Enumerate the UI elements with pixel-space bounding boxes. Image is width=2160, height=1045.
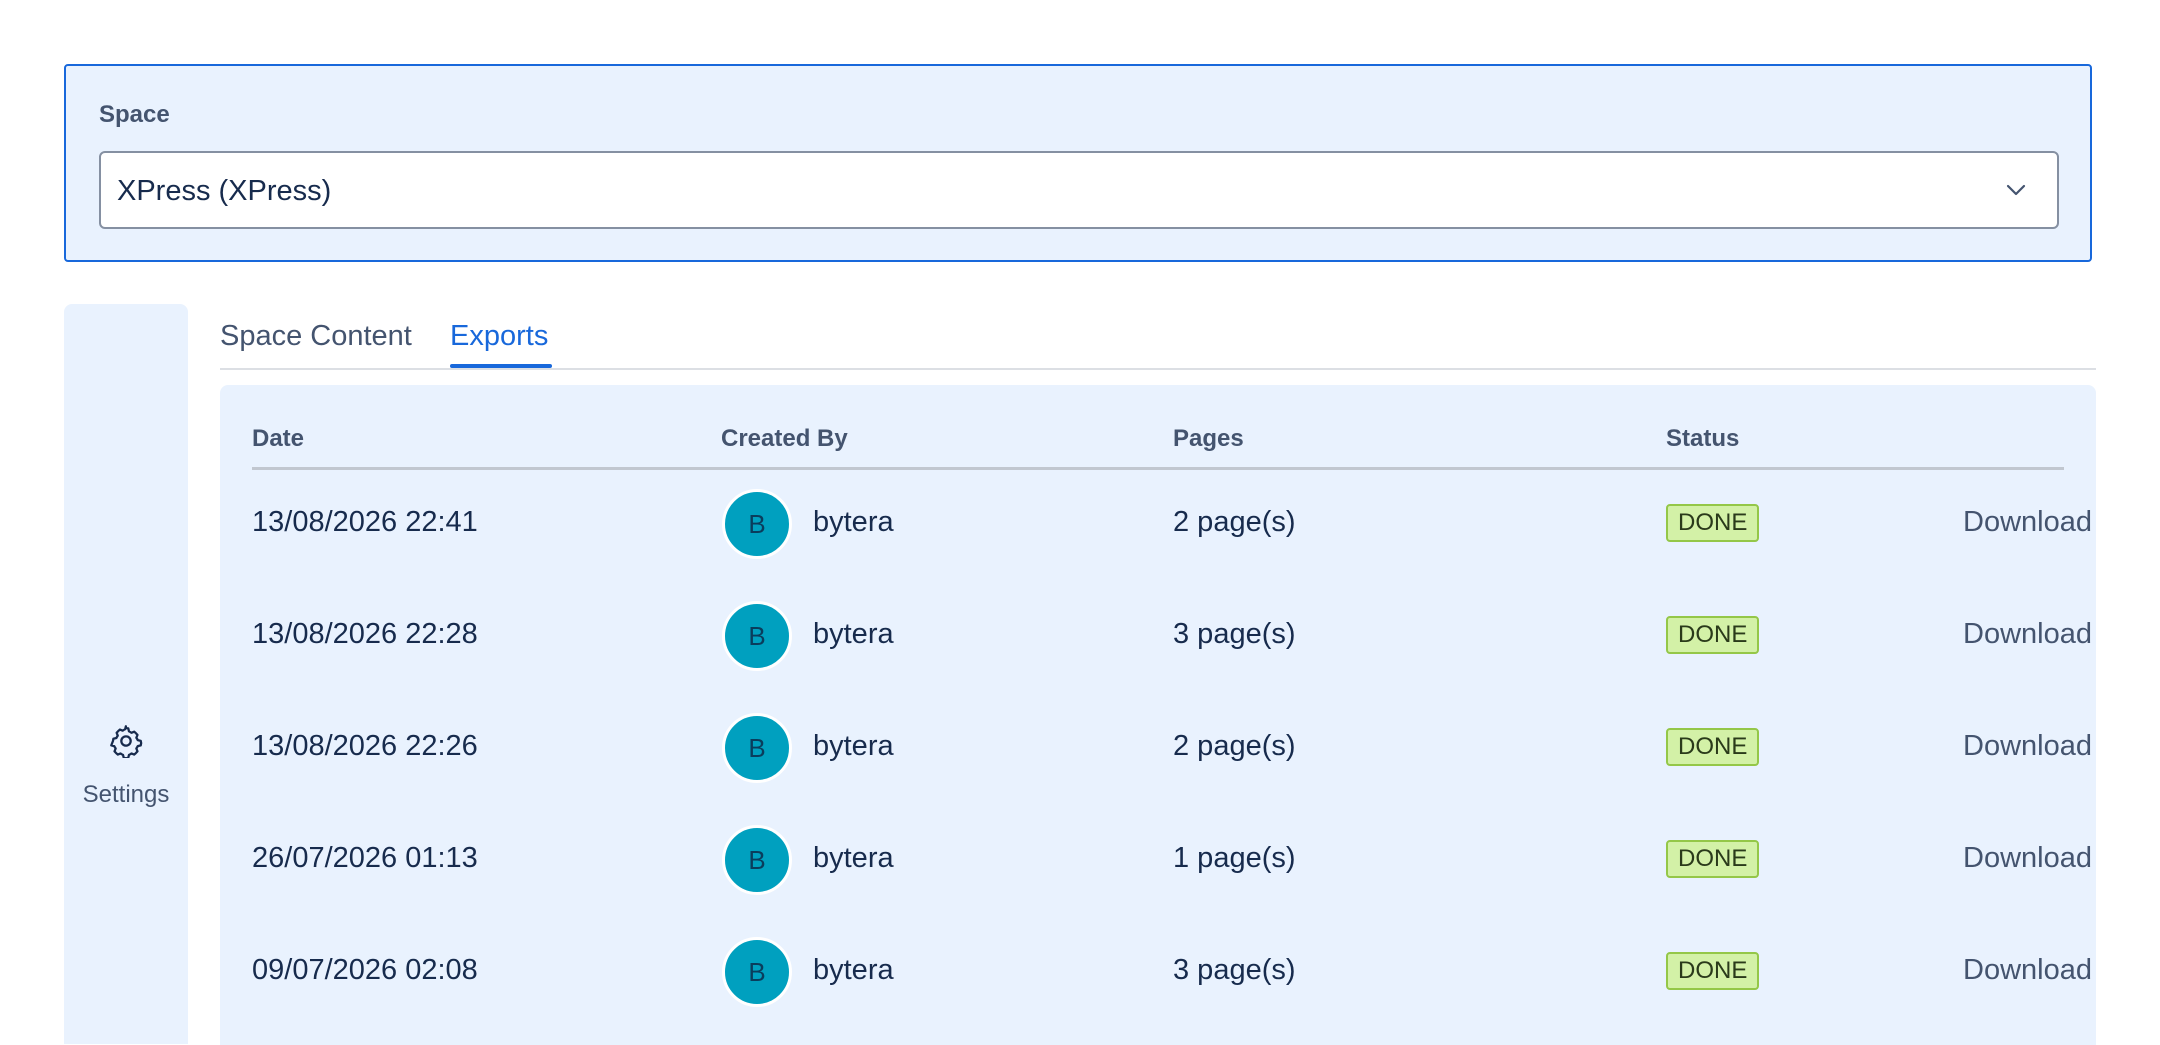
tab-exports[interactable]: Exports — [450, 320, 548, 353]
chevron-down-icon — [2006, 184, 2026, 196]
gear-icon[interactable] — [109, 724, 143, 758]
avatar: B — [722, 601, 792, 671]
column-header-pages: Pages — [1173, 425, 1244, 452]
download-link[interactable]: Download — [1963, 954, 2092, 987]
download-link[interactable]: Download — [1963, 618, 2092, 651]
column-header-created-by: Created By — [721, 425, 848, 452]
table-row: 13/08/2026 22:26 B bytera 2 page(s) DONE… — [252, 692, 2092, 804]
status-badge: DONE — [1666, 840, 1760, 878]
avatar: B — [722, 489, 792, 559]
space-select[interactable]: XPress (XPress) — [99, 151, 2059, 229]
export-date: 26/07/2026 01:13 — [252, 842, 478, 874]
settings-label[interactable]: Settings — [64, 781, 188, 809]
created-by-user: bytera — [813, 618, 894, 650]
page-count: 3 page(s) — [1173, 618, 1296, 650]
page-count: 2 page(s) — [1173, 506, 1296, 538]
page-count: 3 page(s) — [1173, 954, 1296, 986]
created-by-user: bytera — [813, 954, 894, 986]
created-by-user: bytera — [813, 730, 894, 762]
status-badge: DONE — [1666, 616, 1760, 654]
tab-space-content[interactable]: Space Content — [220, 320, 412, 353]
table-row: 26/07/2026 01:13 B bytera 1 page(s) DONE… — [252, 804, 2092, 916]
space-label: Space — [99, 101, 170, 128]
avatar: B — [722, 937, 792, 1007]
space-selector-panel: Space XPress (XPress) — [64, 64, 2092, 262]
download-link[interactable]: Download — [1963, 842, 2092, 875]
export-date: 13/08/2026 22:26 — [252, 730, 478, 762]
page-count: 2 page(s) — [1173, 730, 1296, 762]
created-by-user: bytera — [813, 506, 894, 538]
download-link[interactable]: Download — [1963, 506, 2092, 539]
download-link[interactable]: Download — [1963, 730, 2092, 763]
tab-bar: Space Content Exports — [220, 312, 2096, 370]
export-date: 13/08/2026 22:28 — [252, 618, 478, 650]
status-badge: DONE — [1666, 504, 1760, 542]
avatar: B — [722, 825, 792, 895]
status-badge: DONE — [1666, 952, 1760, 990]
column-header-date: Date — [252, 425, 305, 452]
table-row: 13/08/2026 22:28 B bytera 3 page(s) DONE… — [252, 580, 2092, 692]
avatar: B — [722, 713, 792, 783]
page-count: 1 page(s) — [1173, 842, 1296, 874]
column-header-status: Status — [1666, 425, 1740, 452]
table-header: Date Created By Pages Status — [252, 425, 2064, 470]
table-row: 13/08/2026 22:41 B bytera 2 page(s) DONE… — [252, 468, 2092, 580]
sidebar: Settings — [64, 304, 188, 1044]
status-badge: DONE — [1666, 728, 1760, 766]
export-date: 13/08/2026 22:41 — [252, 506, 478, 538]
table-row: 09/07/2026 02:08 B bytera 3 page(s) DONE… — [252, 916, 2092, 1028]
active-tab-indicator — [450, 364, 552, 368]
exports-table: Date Created By Pages Status 13/08/2026 … — [220, 385, 2096, 1045]
created-by-user: bytera — [813, 842, 894, 874]
space-select-value: XPress (XPress) — [117, 175, 332, 207]
export-date: 09/07/2026 02:08 — [252, 954, 478, 986]
